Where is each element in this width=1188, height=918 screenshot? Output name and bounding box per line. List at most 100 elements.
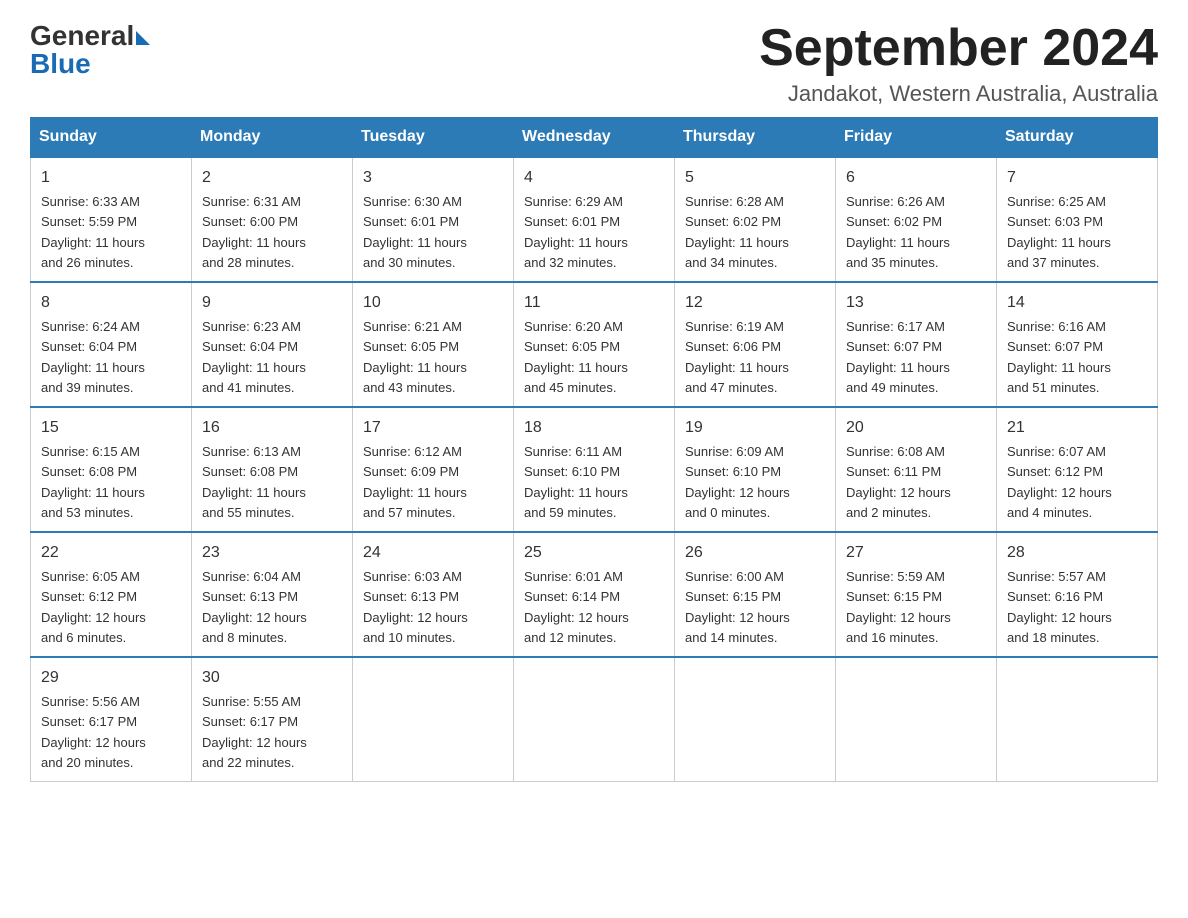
day-info: Sunrise: 6:24 AMSunset: 6:04 PMDaylight:…	[41, 319, 145, 395]
day-number: 22	[41, 541, 181, 565]
col-header-wednesday: Wednesday	[514, 118, 675, 158]
calendar-cell: 24 Sunrise: 6:03 AMSunset: 6:13 PMDaylig…	[353, 532, 514, 657]
calendar-cell: 8 Sunrise: 6:24 AMSunset: 6:04 PMDayligh…	[31, 282, 192, 407]
day-info: Sunrise: 6:30 AMSunset: 6:01 PMDaylight:…	[363, 194, 467, 270]
day-number: 10	[363, 291, 503, 315]
day-number: 20	[846, 416, 986, 440]
day-info: Sunrise: 6:00 AMSunset: 6:15 PMDaylight:…	[685, 569, 790, 645]
day-number: 23	[202, 541, 342, 565]
col-header-tuesday: Tuesday	[353, 118, 514, 158]
day-info: Sunrise: 5:55 AMSunset: 6:17 PMDaylight:…	[202, 694, 307, 770]
calendar-cell: 28 Sunrise: 5:57 AMSunset: 6:16 PMDaylig…	[997, 532, 1158, 657]
day-number: 4	[524, 166, 664, 190]
day-number: 17	[363, 416, 503, 440]
day-number: 9	[202, 291, 342, 315]
day-info: Sunrise: 6:16 AMSunset: 6:07 PMDaylight:…	[1007, 319, 1111, 395]
day-number: 25	[524, 541, 664, 565]
day-number: 12	[685, 291, 825, 315]
calendar-cell: 6 Sunrise: 6:26 AMSunset: 6:02 PMDayligh…	[836, 157, 997, 282]
day-info: Sunrise: 5:59 AMSunset: 6:15 PMDaylight:…	[846, 569, 951, 645]
day-info: Sunrise: 6:28 AMSunset: 6:02 PMDaylight:…	[685, 194, 789, 270]
calendar-cell: 20 Sunrise: 6:08 AMSunset: 6:11 PMDaylig…	[836, 407, 997, 532]
calendar-cell: 17 Sunrise: 6:12 AMSunset: 6:09 PMDaylig…	[353, 407, 514, 532]
calendar-cell	[836, 657, 997, 782]
logo-blue-text: Blue	[30, 48, 91, 80]
day-number: 2	[202, 166, 342, 190]
calendar-cell: 14 Sunrise: 6:16 AMSunset: 6:07 PMDaylig…	[997, 282, 1158, 407]
calendar-cell	[997, 657, 1158, 782]
day-number: 29	[41, 666, 181, 690]
day-number: 14	[1007, 291, 1147, 315]
calendar-cell: 18 Sunrise: 6:11 AMSunset: 6:10 PMDaylig…	[514, 407, 675, 532]
day-info: Sunrise: 6:26 AMSunset: 6:02 PMDaylight:…	[846, 194, 950, 270]
day-number: 8	[41, 291, 181, 315]
col-header-thursday: Thursday	[675, 118, 836, 158]
day-number: 27	[846, 541, 986, 565]
calendar-cell: 21 Sunrise: 6:07 AMSunset: 6:12 PMDaylig…	[997, 407, 1158, 532]
day-number: 30	[202, 666, 342, 690]
day-number: 6	[846, 166, 986, 190]
day-number: 5	[685, 166, 825, 190]
calendar-cell: 4 Sunrise: 6:29 AMSunset: 6:01 PMDayligh…	[514, 157, 675, 282]
col-header-saturday: Saturday	[997, 118, 1158, 158]
calendar-cell: 30 Sunrise: 5:55 AMSunset: 6:17 PMDaylig…	[192, 657, 353, 782]
day-info: Sunrise: 6:29 AMSunset: 6:01 PMDaylight:…	[524, 194, 628, 270]
calendar-cell: 12 Sunrise: 6:19 AMSunset: 6:06 PMDaylig…	[675, 282, 836, 407]
logo: General Blue	[30, 20, 150, 80]
day-info: Sunrise: 6:08 AMSunset: 6:11 PMDaylight:…	[846, 444, 951, 520]
week-row-5: 29 Sunrise: 5:56 AMSunset: 6:17 PMDaylig…	[31, 657, 1158, 782]
calendar-cell: 15 Sunrise: 6:15 AMSunset: 6:08 PMDaylig…	[31, 407, 192, 532]
day-number: 13	[846, 291, 986, 315]
calendar-cell	[675, 657, 836, 782]
day-number: 18	[524, 416, 664, 440]
day-number: 11	[524, 291, 664, 315]
col-header-friday: Friday	[836, 118, 997, 158]
day-info: Sunrise: 6:07 AMSunset: 6:12 PMDaylight:…	[1007, 444, 1112, 520]
day-number: 19	[685, 416, 825, 440]
day-number: 28	[1007, 541, 1147, 565]
day-number: 1	[41, 166, 181, 190]
calendar-cell: 5 Sunrise: 6:28 AMSunset: 6:02 PMDayligh…	[675, 157, 836, 282]
day-number: 26	[685, 541, 825, 565]
day-info: Sunrise: 6:04 AMSunset: 6:13 PMDaylight:…	[202, 569, 307, 645]
day-info: Sunrise: 6:23 AMSunset: 6:04 PMDaylight:…	[202, 319, 306, 395]
day-info: Sunrise: 6:17 AMSunset: 6:07 PMDaylight:…	[846, 319, 950, 395]
day-info: Sunrise: 6:25 AMSunset: 6:03 PMDaylight:…	[1007, 194, 1111, 270]
calendar-cell	[514, 657, 675, 782]
day-number: 24	[363, 541, 503, 565]
logo-arrow-icon	[136, 31, 150, 45]
day-info: Sunrise: 6:05 AMSunset: 6:12 PMDaylight:…	[41, 569, 146, 645]
calendar-header-row: SundayMondayTuesdayWednesdayThursdayFrid…	[31, 118, 1158, 158]
calendar-cell: 2 Sunrise: 6:31 AMSunset: 6:00 PMDayligh…	[192, 157, 353, 282]
calendar-cell: 7 Sunrise: 6:25 AMSunset: 6:03 PMDayligh…	[997, 157, 1158, 282]
calendar-cell: 16 Sunrise: 6:13 AMSunset: 6:08 PMDaylig…	[192, 407, 353, 532]
calendar-cell: 26 Sunrise: 6:00 AMSunset: 6:15 PMDaylig…	[675, 532, 836, 657]
calendar-cell: 9 Sunrise: 6:23 AMSunset: 6:04 PMDayligh…	[192, 282, 353, 407]
day-info: Sunrise: 6:33 AMSunset: 5:59 PMDaylight:…	[41, 194, 145, 270]
day-info: Sunrise: 6:11 AMSunset: 6:10 PMDaylight:…	[524, 444, 628, 520]
week-row-1: 1 Sunrise: 6:33 AMSunset: 5:59 PMDayligh…	[31, 157, 1158, 282]
day-info: Sunrise: 6:09 AMSunset: 6:10 PMDaylight:…	[685, 444, 790, 520]
calendar-cell: 23 Sunrise: 6:04 AMSunset: 6:13 PMDaylig…	[192, 532, 353, 657]
title-area: September 2024 Jandakot, Western Austral…	[759, 20, 1158, 107]
calendar-cell: 19 Sunrise: 6:09 AMSunset: 6:10 PMDaylig…	[675, 407, 836, 532]
calendar-table: SundayMondayTuesdayWednesdayThursdayFrid…	[30, 117, 1158, 782]
calendar-cell: 10 Sunrise: 6:21 AMSunset: 6:05 PMDaylig…	[353, 282, 514, 407]
calendar-cell: 27 Sunrise: 5:59 AMSunset: 6:15 PMDaylig…	[836, 532, 997, 657]
day-number: 7	[1007, 166, 1147, 190]
calendar-cell: 22 Sunrise: 6:05 AMSunset: 6:12 PMDaylig…	[31, 532, 192, 657]
calendar-cell	[353, 657, 514, 782]
day-number: 16	[202, 416, 342, 440]
day-info: Sunrise: 6:01 AMSunset: 6:14 PMDaylight:…	[524, 569, 629, 645]
calendar-cell: 13 Sunrise: 6:17 AMSunset: 6:07 PMDaylig…	[836, 282, 997, 407]
col-header-monday: Monday	[192, 118, 353, 158]
page-header: General Blue September 2024 Jandakot, We…	[30, 20, 1158, 107]
day-info: Sunrise: 5:57 AMSunset: 6:16 PMDaylight:…	[1007, 569, 1112, 645]
day-info: Sunrise: 6:12 AMSunset: 6:09 PMDaylight:…	[363, 444, 467, 520]
day-number: 15	[41, 416, 181, 440]
col-header-sunday: Sunday	[31, 118, 192, 158]
calendar-cell: 29 Sunrise: 5:56 AMSunset: 6:17 PMDaylig…	[31, 657, 192, 782]
day-info: Sunrise: 6:15 AMSunset: 6:08 PMDaylight:…	[41, 444, 145, 520]
day-number: 3	[363, 166, 503, 190]
day-info: Sunrise: 6:19 AMSunset: 6:06 PMDaylight:…	[685, 319, 789, 395]
